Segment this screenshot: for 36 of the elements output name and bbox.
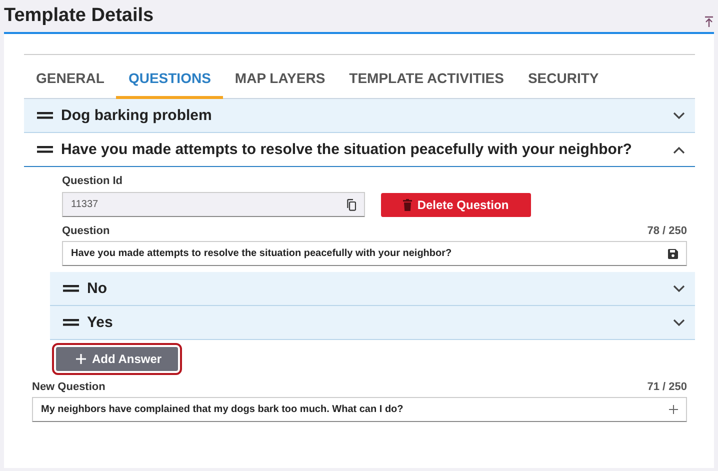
chevron-icon[interactable] [673,146,685,154]
question-title: Dog barking problem [61,107,213,124]
add-answer-button[interactable]: Add Answer [56,347,178,371]
character-count: 71 / 250 [647,381,687,393]
answer-title: No [87,280,108,297]
character-count: 78 / 250 [647,225,687,237]
drag-handle-icon[interactable] [37,112,53,119]
tab[interactable]: TEMPLATE ACTIVITIES [337,61,516,99]
save-icon[interactable] [668,248,678,258]
drag-handle-icon[interactable] [63,285,79,292]
answer-header[interactable]: Yes [50,306,695,340]
question-field[interactable]: Have you made attempts to resolve the situation peacefully with your neighbor? [62,241,687,266]
chevron-icon[interactable] [673,318,685,326]
plus-icon [76,354,86,364]
field-label: Question Id [62,175,124,187]
question-header[interactable]: Dog barking problem [24,99,695,133]
answer-header[interactable]: No [50,272,695,306]
copy-icon[interactable] [347,198,356,210]
chevron-icon[interactable] [673,284,685,292]
drag-handle-icon[interactable] [37,146,53,153]
tab[interactable]: SECURITY [516,61,611,99]
question-title: Have you made attempts to resolve the situation peacefully with your neighbor? [61,141,633,158]
trash-icon [403,198,412,210]
drag-handle-icon[interactable] [63,319,79,326]
field-label: Question [62,225,110,237]
answer-title: Yes [87,314,114,331]
tab[interactable]: GENERAL [24,61,116,99]
page-title: Template Details [4,5,154,27]
new-question-field[interactable]: My neighbors have complained that my dogs bark too much. What can I do? [32,397,687,422]
tab[interactable]: MAP LAYERS [222,61,338,99]
question-id-field[interactable]: 11337 [62,192,365,217]
delete-question-button[interactable]: Delete Question [381,192,531,216]
plus-icon[interactable] [669,405,678,414]
chevron-icon[interactable] [673,112,685,120]
field-label: New Question [32,381,106,393]
collapse-top-icon[interactable] [704,16,714,26]
